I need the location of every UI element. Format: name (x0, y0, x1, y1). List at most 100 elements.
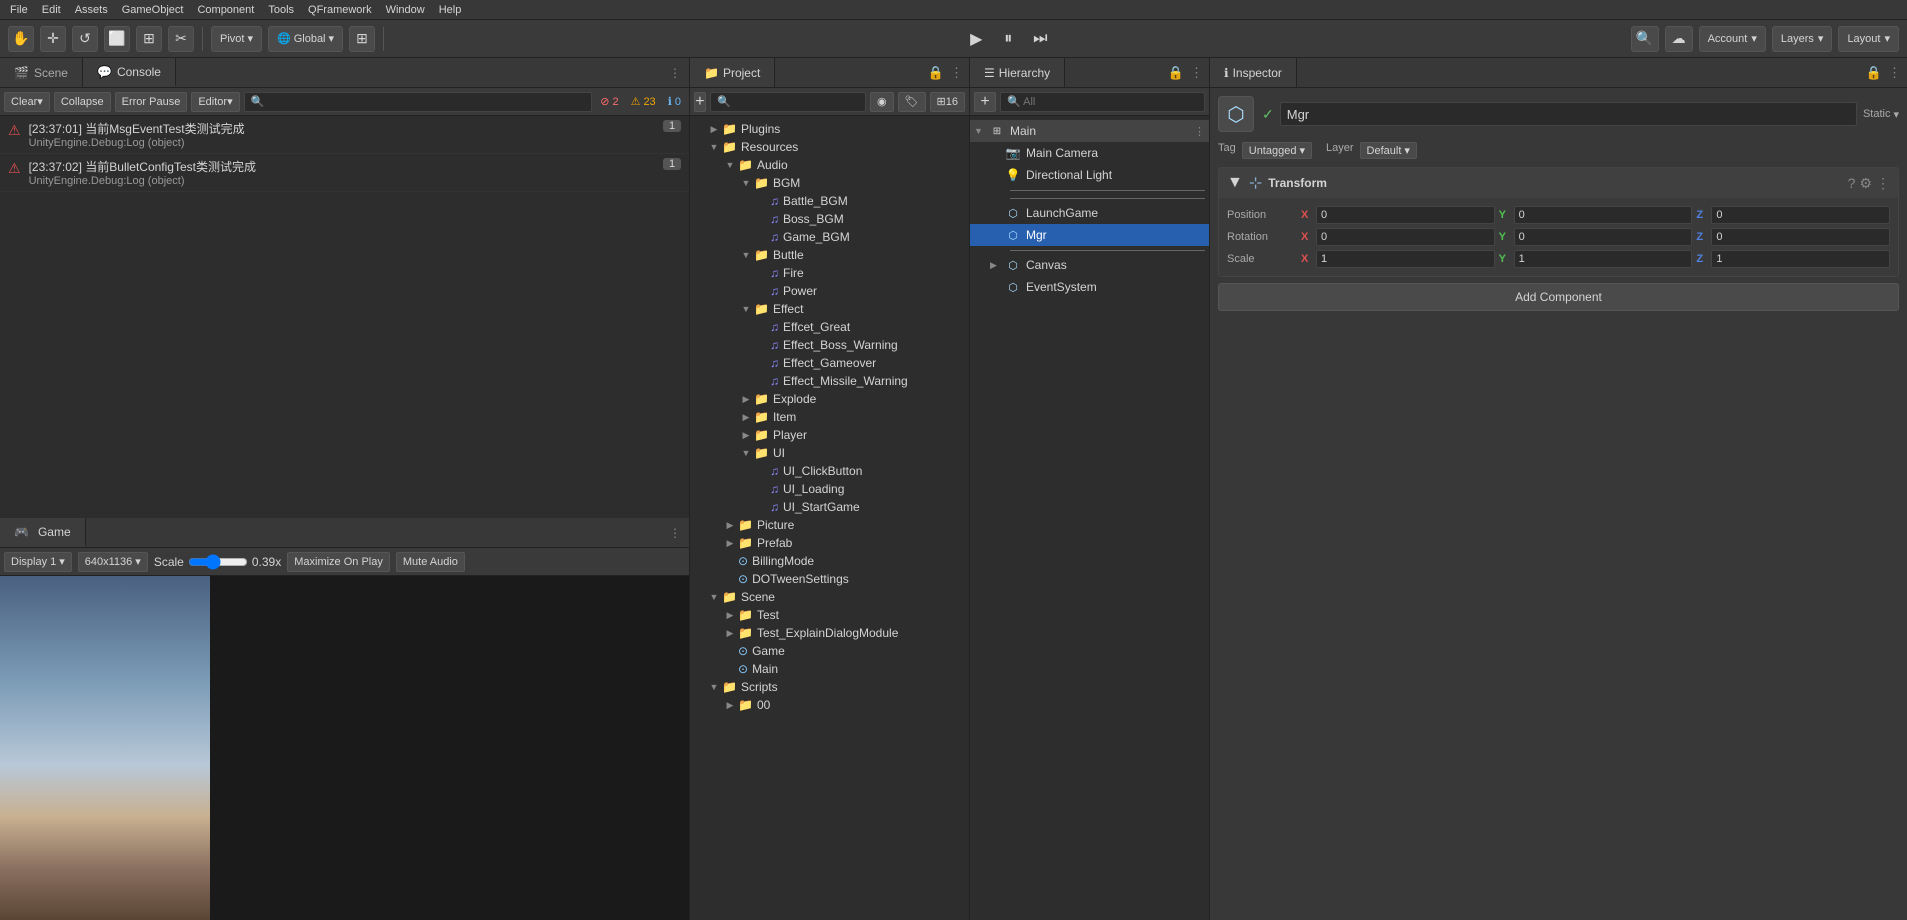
scale-slider[interactable] (188, 554, 248, 570)
h-main-camera[interactable]: 📷 Main Camera (970, 142, 1209, 164)
layout-dropdown[interactable]: Layout ▾ (1838, 26, 1899, 52)
tool-rotate[interactable]: ↺ (72, 26, 98, 52)
menu-help[interactable]: Help (433, 4, 468, 16)
menu-window[interactable]: Window (380, 4, 431, 16)
menu-tools[interactable]: Tools (262, 4, 300, 16)
position-y-input[interactable] (1514, 206, 1693, 224)
collapse-button[interactable]: Collapse (54, 92, 111, 112)
tree-billingmode[interactable]: ⊙ BillingMode (690, 552, 969, 570)
hierarchy-add-button[interactable]: + (974, 92, 996, 112)
console-msg-1[interactable]: ⚠ [23:37:02] 当前BulletConfigTest类测试完成 Uni… (0, 154, 689, 192)
tree-item[interactable]: ▶ 📁 Item (690, 408, 969, 426)
tool-scale[interactable]: ⬜ (104, 26, 130, 52)
warn-badge[interactable]: ⚠ 23 (627, 94, 660, 109)
game-tab-more[interactable]: ⋮ (661, 518, 689, 547)
info-badge[interactable]: ℹ 0 (664, 94, 685, 109)
menu-assets[interactable]: Assets (69, 4, 114, 16)
h-mgr[interactable]: ⬡ Mgr (970, 224, 1209, 246)
tree-boss-bgm[interactable]: ♫ Boss_BGM (690, 210, 969, 228)
tree-test-explain[interactable]: ▶ 📁 Test_ExplainDialogModule (690, 624, 969, 642)
project-filter[interactable]: 🏷 (898, 92, 926, 112)
menu-file[interactable]: File (4, 4, 34, 16)
menu-component[interactable]: Component (191, 4, 260, 16)
rotation-x-input[interactable] (1316, 228, 1495, 246)
tree-ui-startgame[interactable]: ♫ UI_StartGame (690, 498, 969, 516)
menu-edit[interactable]: Edit (36, 4, 67, 16)
display-button[interactable]: Display 1 ▾ (4, 552, 72, 572)
tab-inspector[interactable]: ℹ Inspector (1210, 58, 1297, 87)
hierarchy-lock-icon[interactable]: 🔒 (1168, 65, 1184, 81)
tree-dotween[interactable]: ⊙ DOTweenSettings (690, 570, 969, 588)
tree-effect-gameover[interactable]: ♫ Effect_Gameover (690, 354, 969, 372)
tree-00[interactable]: ▶ 📁 00 (690, 696, 969, 714)
global-button[interactable]: 🌐 Global ▾ (268, 26, 343, 52)
tree-plugins[interactable]: ▶ 📁 Plugins (690, 120, 969, 138)
tree-ui-loading[interactable]: ♫ UI_Loading (690, 480, 969, 498)
tree-battle-bgm[interactable]: ♫ Battle_BGM (690, 192, 969, 210)
inspector-lock-icon[interactable]: 🔒 (1866, 65, 1882, 81)
tag-dropdown[interactable]: Untagged ▾ (1242, 142, 1312, 159)
account-dropdown[interactable]: Account ▾ (1699, 26, 1766, 52)
clear-button[interactable]: Clear ▾ (4, 92, 50, 112)
transform-more-icon[interactable]: ⋮ (1876, 175, 1890, 192)
tree-effect-missile-warning[interactable]: ♫ Effect_Missile_Warning (690, 372, 969, 390)
menu-qframework[interactable]: QFramework (302, 4, 378, 16)
tree-audio[interactable]: ▼ 📁 Audio (690, 156, 969, 174)
project-eyedropper[interactable]: ◉ (870, 92, 894, 112)
mute-button[interactable]: Mute Audio (396, 552, 465, 572)
transform-settings-icon[interactable]: ⚙ (1859, 175, 1872, 192)
h-eventsystem[interactable]: ⬡ EventSystem (970, 276, 1209, 298)
tree-game-bgm[interactable]: ♫ Game_BGM (690, 228, 969, 246)
rotation-z-input[interactable] (1711, 228, 1890, 246)
h-main[interactable]: ▼ ⊞ Main ⋮ (970, 120, 1209, 142)
position-z-input[interactable] (1711, 206, 1890, 224)
cloud-search-button[interactable]: 🔍 (1631, 26, 1659, 52)
play-button[interactable]: ▶ (962, 25, 990, 53)
tree-main-scene[interactable]: ⊙ Main (690, 660, 969, 678)
resolution-button[interactable]: 640x1136 ▾ (78, 552, 148, 572)
tree-fire[interactable]: ♫ Fire (690, 264, 969, 282)
tree-bgm[interactable]: ▼ 📁 BGM (690, 174, 969, 192)
rotation-y-input[interactable] (1514, 228, 1693, 246)
hierarchy-search-input[interactable] (1000, 92, 1205, 112)
position-x-input[interactable] (1316, 206, 1495, 224)
project-more-icon[interactable]: ⋮ (950, 65, 963, 81)
tree-resources[interactable]: ▼ 📁 Resources (690, 138, 969, 156)
step-button[interactable]: ⏭ (1026, 25, 1054, 53)
inspector-more-icon[interactable]: ⋮ (1888, 65, 1901, 81)
error-pause-button[interactable]: Error Pause (115, 92, 188, 112)
hierarchy-more-icon[interactable]: ⋮ (1190, 65, 1203, 81)
layer-dropdown[interactable]: Default ▾ (1360, 142, 1417, 159)
console-msg-0[interactable]: ⚠ [23:37:01] 当前MsgEventTest类测试完成 UnityEn… (0, 116, 689, 154)
tool-transform[interactable]: ✂ (168, 26, 194, 52)
tab-game[interactable]: 🎮 Game (0, 518, 86, 547)
pivot-button[interactable]: Pivot ▾ (211, 26, 262, 52)
scale-z-input[interactable] (1711, 250, 1890, 268)
object-name-input[interactable] (1280, 102, 1857, 126)
tree-scripts[interactable]: ▼ 📁 Scripts (690, 678, 969, 696)
project-lock-icon[interactable]: 🔒 (928, 65, 944, 81)
project-add-button[interactable]: + (694, 92, 706, 112)
tree-ui[interactable]: ▼ 📁 UI (690, 444, 969, 462)
transform-header[interactable]: ▼ ⊹ Transform ? ⚙ ⋮ (1219, 168, 1898, 198)
tree-effect-boss-warning[interactable]: ♫ Effect_Boss_Warning (690, 336, 969, 354)
menu-gameobject[interactable]: GameObject (116, 4, 190, 16)
tab-more[interactable]: ⋮ (661, 58, 689, 87)
grid-button[interactable]: ⊞ (349, 26, 375, 52)
scale-y-input[interactable] (1514, 250, 1693, 268)
tab-hierarchy[interactable]: ☰ Hierarchy (970, 58, 1065, 87)
layers-dropdown[interactable]: Layers ▾ (1772, 26, 1833, 52)
tree-prefab[interactable]: ▶ 📁 Prefab (690, 534, 969, 552)
tree-scene[interactable]: ▼ 📁 Scene (690, 588, 969, 606)
h-directional-light[interactable]: 💡 Directional Light (970, 164, 1209, 186)
scale-x-input[interactable] (1316, 250, 1495, 268)
tree-effect[interactable]: ▼ 📁 Effect (690, 300, 969, 318)
editor-button[interactable]: Editor ▾ (191, 92, 239, 112)
main-more-icon[interactable]: ⋮ (1194, 125, 1205, 138)
add-component-button[interactable]: Add Component (1218, 283, 1899, 311)
tree-test[interactable]: ▶ 📁 Test (690, 606, 969, 624)
tree-power[interactable]: ♫ Power (690, 282, 969, 300)
pause-button[interactable]: ⏸ (994, 25, 1022, 53)
tree-effcet-great[interactable]: ♫ Effcet_Great (690, 318, 969, 336)
h-launchgame[interactable]: ⬡ LaunchGame (970, 202, 1209, 224)
